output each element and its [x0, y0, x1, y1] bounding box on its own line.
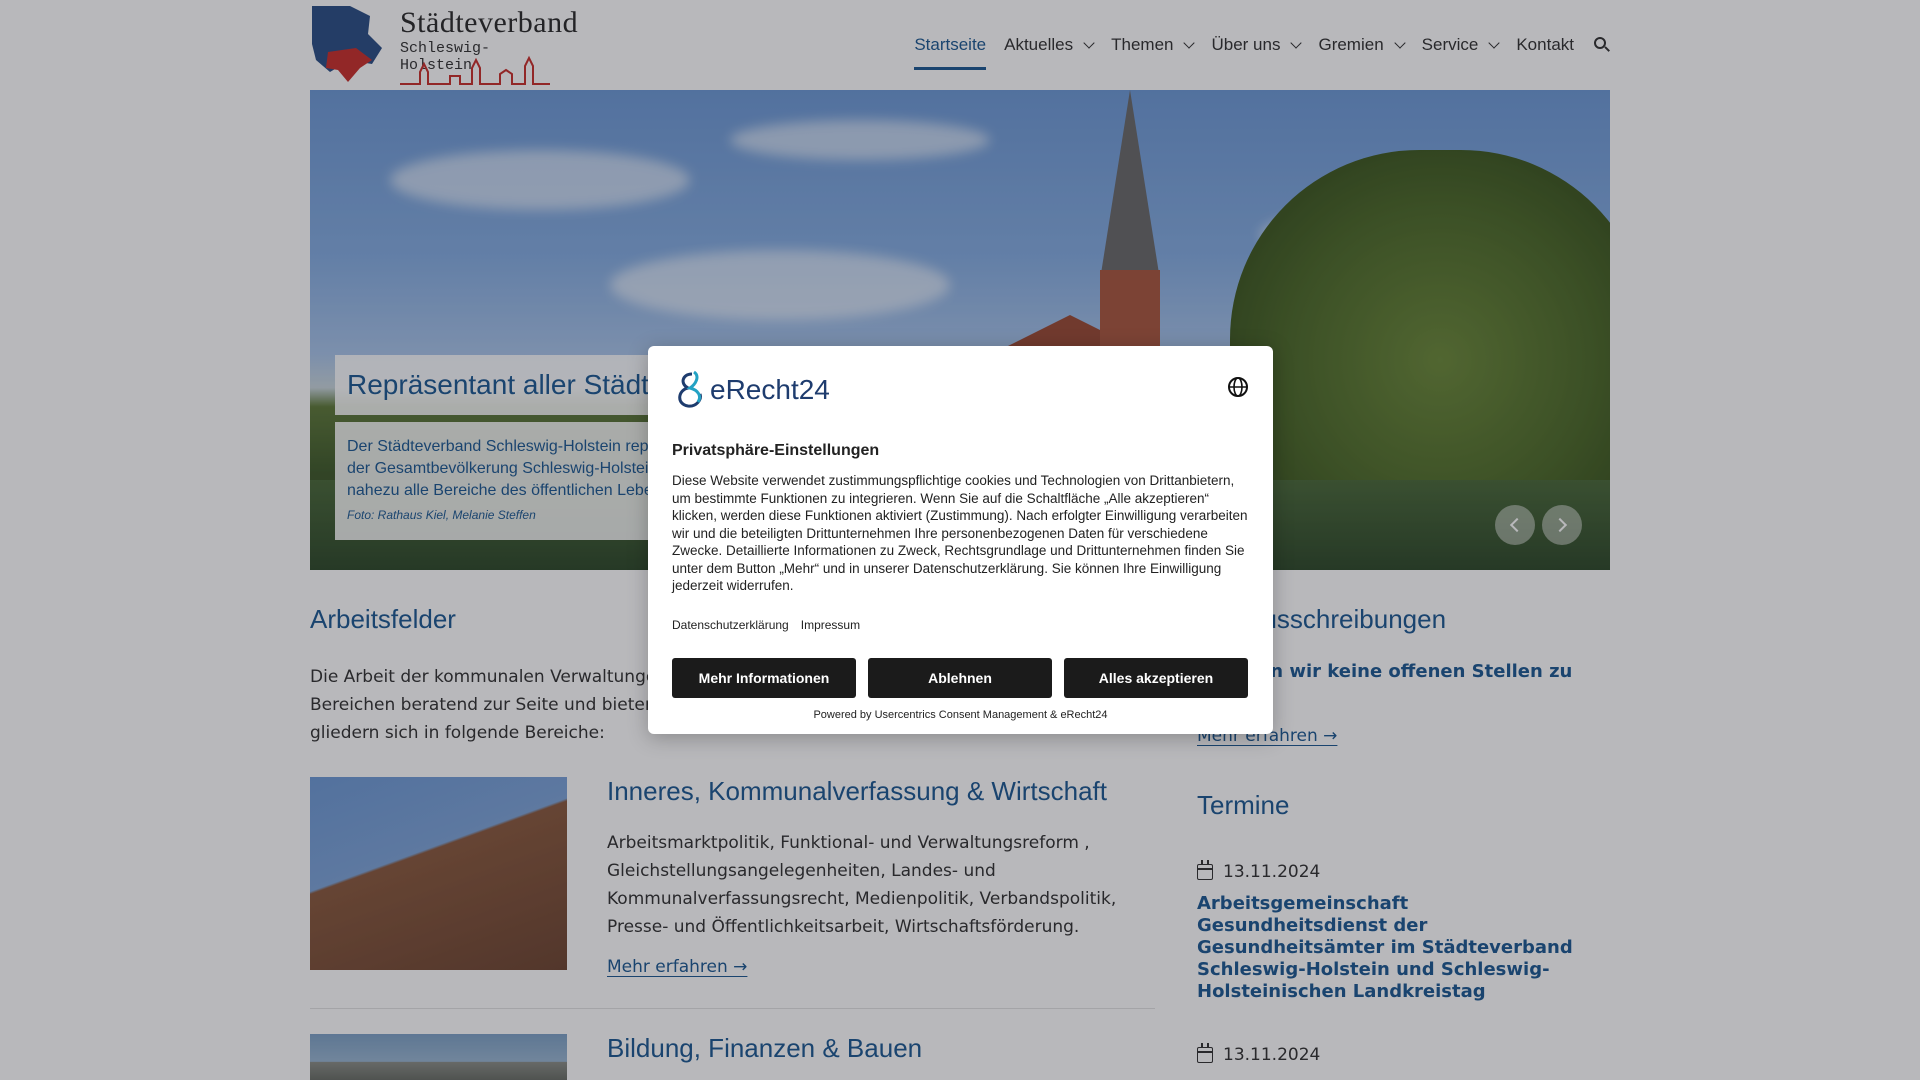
decline-button[interactable]: Ablehnen — [868, 658, 1052, 698]
globe-icon[interactable] — [1227, 376, 1249, 398]
consent-buttons: Mehr Informationen Ablehnen Alles akzept… — [672, 658, 1248, 698]
consent-links: Datenschutzerklärung Impressum — [672, 618, 872, 632]
powered-by-text: Powered by Usercentrics Consent Manageme… — [813, 709, 1108, 721]
erecht24-brand: eRecht24 — [710, 374, 830, 405]
more-info-button[interactable]: Mehr Informationen — [672, 658, 856, 698]
erecht24-logo-icon — [678, 370, 702, 408]
consent-text: Diese Website verwendet zustimmungspflic… — [672, 473, 1248, 593]
privacy-policy-link[interactable]: Datenschutzerklärung — [672, 618, 789, 632]
imprint-link[interactable]: Impressum — [801, 618, 860, 632]
consent-heading: Privatsphäre-Einstellungen — [672, 442, 880, 459]
accept-all-button[interactable]: Alles akzeptieren — [1064, 658, 1248, 698]
consent-dialog: eRecht24 Privatsphäre-Einstellungen Dies… — [648, 346, 1273, 734]
erecht24-logo: eRecht24 — [672, 370, 830, 410]
